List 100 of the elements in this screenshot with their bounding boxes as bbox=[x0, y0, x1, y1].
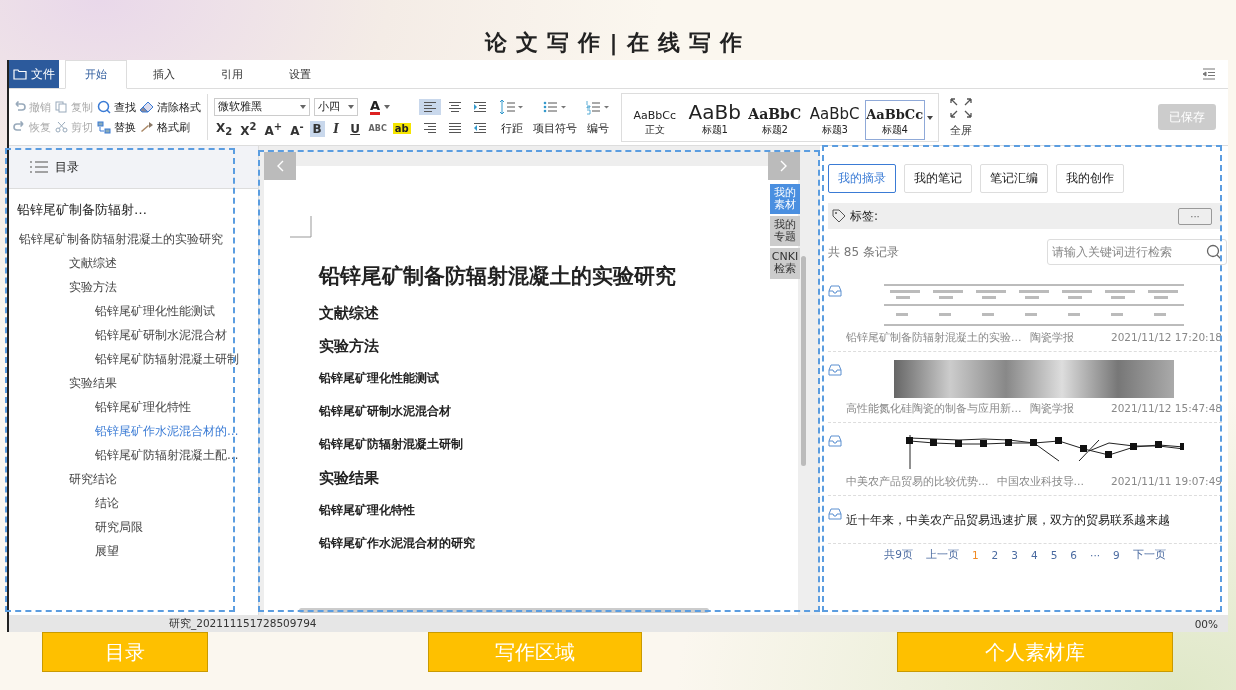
search-field[interactable]: 请输入关键词进行检索 bbox=[1047, 239, 1227, 265]
annotation-label: 目录 bbox=[42, 632, 208, 672]
next-page-link[interactable]: 下一页 bbox=[1132, 548, 1166, 562]
eraser-icon bbox=[140, 101, 154, 113]
horizontal-scrollbar[interactable] bbox=[299, 608, 709, 613]
previous-page-link[interactable]: 上一页 bbox=[925, 548, 959, 562]
expand-icon bbox=[948, 96, 973, 119]
annotation-label: 写作区域 bbox=[428, 632, 642, 672]
page-number[interactable]: 3 bbox=[1011, 548, 1018, 562]
spacing-button[interactable]: 行距 bbox=[498, 98, 525, 136]
folder-icon bbox=[13, 68, 27, 80]
toc-item[interactable]: 实验结果 bbox=[9, 371, 258, 395]
subsection-heading: 铅锌尾矿作水泥混合材的研究 bbox=[319, 535, 475, 552]
toc-item[interactable]: 铅锌尾矿防辐射混凝土配… bbox=[9, 443, 258, 467]
page-number[interactable]: 9 bbox=[1113, 548, 1120, 562]
toc-item[interactable]: 实验方法 bbox=[9, 275, 258, 299]
page-title: 论文写作|在线写作 bbox=[485, 29, 751, 58]
page-number[interactable]: 6 bbox=[1070, 548, 1078, 562]
font-family-dropdown[interactable]: 微软雅黑 bbox=[214, 97, 310, 116]
font-color-button[interactable]: A bbox=[370, 98, 381, 115]
style-preset-button[interactable]: AaBbCc 标题4 bbox=[864, 99, 925, 140]
style-preset-button[interactable]: AaBbC 标题3 bbox=[804, 99, 865, 140]
page-number[interactable]: 4 bbox=[1031, 548, 1038, 562]
bullets-button[interactable]: 项目符号 bbox=[532, 98, 577, 136]
library-tab[interactable]: 笔记汇编 bbox=[980, 164, 1048, 193]
format-button[interactable]: A$^{+}$ bbox=[262, 120, 285, 137]
undo-icon bbox=[13, 101, 26, 113]
entry-source: 陶瓷学报 bbox=[1029, 331, 1074, 345]
ribbon-tab[interactable]: 开始 bbox=[65, 60, 127, 89]
format-button[interactable]: ABC bbox=[366, 120, 389, 137]
fullscreen-button[interactable]: 全屏 bbox=[948, 96, 973, 138]
entry-title[interactable]: 中美农产品贸易的比较优势… bbox=[846, 475, 989, 489]
vertical-scrollbar[interactable] bbox=[801, 256, 806, 466]
entry-source: 中国农业科技导… bbox=[996, 475, 1084, 489]
format-button[interactable]: U bbox=[347, 120, 363, 137]
library-tab[interactable]: 我的笔记 bbox=[904, 164, 972, 193]
tag-icon bbox=[832, 209, 846, 223]
annotation-label: 个人素材库 bbox=[897, 632, 1173, 672]
style-preset-button[interactable]: AaBbC 标题2 bbox=[744, 99, 805, 140]
subsection-heading: 铅锌尾矿理化特性 bbox=[319, 502, 415, 519]
edit-action-button[interactable]: 替换 bbox=[97, 119, 136, 135]
section-heading: 文献综述 bbox=[319, 304, 379, 323]
entry-source: 陶瓷学报 bbox=[1029, 402, 1074, 416]
side-tab[interactable]: 我的专题 bbox=[770, 216, 800, 247]
indent-icon bbox=[472, 100, 487, 113]
entry-title[interactable]: 高性能氮化硅陶瓷的制备与应用新… bbox=[846, 402, 1022, 416]
font-size-dropdown[interactable]: 小四 bbox=[314, 97, 358, 116]
toc-item[interactable]: 铅锌尾矿理化性能测试 bbox=[9, 299, 258, 323]
toc-item[interactable]: 研究局限 bbox=[9, 515, 258, 539]
more-button[interactable]: ··· bbox=[1178, 207, 1212, 225]
ribbon-tab[interactable]: 插入 bbox=[133, 60, 195, 88]
inbox-icon bbox=[828, 508, 842, 520]
section-heading: 实验方法 bbox=[319, 337, 379, 356]
format-button[interactable]: X$^{2}$ bbox=[238, 120, 259, 137]
ribbon-tab[interactable]: 引用 bbox=[201, 60, 263, 88]
align-left-button[interactable] bbox=[418, 98, 441, 115]
format-button[interactable]: A$^{-}$ bbox=[288, 120, 306, 137]
highlight-color-button[interactable]: ab bbox=[392, 123, 411, 134]
margin-corner-mark bbox=[290, 216, 312, 238]
library-tab[interactable]: 我的摘录 bbox=[828, 164, 896, 193]
file-menu-button[interactable]: 文件 bbox=[9, 60, 59, 88]
caret-icon[interactable] bbox=[384, 104, 391, 109]
edit-action-button[interactable]: 查找 bbox=[97, 99, 136, 115]
edit-action-button[interactable]: 清除格式 bbox=[140, 99, 201, 115]
toc-item[interactable]: 结论 bbox=[9, 491, 258, 515]
side-tab[interactable]: CNKI检索 bbox=[770, 248, 800, 279]
justify-icon bbox=[447, 121, 462, 134]
section-heading: 实验结果 bbox=[319, 469, 379, 488]
style-preset-button[interactable]: AaBbCc 正文 bbox=[624, 99, 685, 140]
toc-item[interactable]: 展望 bbox=[9, 539, 258, 563]
toc-item[interactable]: 铅锌尾矿理化特性 bbox=[9, 395, 258, 419]
toc-item[interactable]: 铅锌尾矿研制水泥混合材 bbox=[9, 323, 258, 347]
numbering-button[interactable]: 编号 bbox=[584, 98, 611, 136]
style-preset-button[interactable]: AaBb 标题1 bbox=[684, 99, 745, 140]
toc-item[interactable]: 研究结论 bbox=[9, 467, 258, 491]
format-button[interactable]: I bbox=[328, 120, 344, 137]
caret-icon[interactable] bbox=[926, 115, 933, 120]
search-icon bbox=[97, 100, 111, 114]
toc-item[interactable]: 铅锌尾矿作水泥混合材的… bbox=[9, 419, 258, 443]
chevron-left-icon bbox=[276, 160, 284, 172]
toc-item[interactable]: 文献综述 bbox=[9, 251, 258, 275]
document-title: 铅锌尾矿制备防辐射混凝土的实验研究 bbox=[319, 263, 676, 290]
page-number[interactable]: ··· bbox=[1090, 548, 1101, 562]
file-name: 研究_202111151728509794 bbox=[169, 616, 317, 631]
page-number[interactable]: 5 bbox=[1050, 548, 1058, 562]
align-left-icon bbox=[422, 100, 437, 113]
entry-date: 2021/11/12 17:20:18 bbox=[1111, 331, 1222, 345]
record-count: 共 85 条记录 bbox=[828, 243, 899, 261]
collapse-ribbon-icon[interactable] bbox=[1202, 68, 1216, 80]
page-total: 共9页 bbox=[884, 548, 913, 562]
excerpt-text: 近十年来，中美农产品贸易迅速扩展，双方的贸易联系越来越 bbox=[846, 512, 1170, 529]
ribbon-tab[interactable]: 设置 bbox=[269, 60, 331, 88]
subsection-heading: 铅锌尾矿理化性能测试 bbox=[319, 370, 439, 387]
toc-item[interactable]: 铅锌尾矿制备防辐射混凝土的实验研究 bbox=[9, 227, 258, 251]
entry-title[interactable]: 铅锌尾矿制备防辐射混凝土的实验… bbox=[846, 331, 1022, 345]
library-tab[interactable]: 我的创作 bbox=[1056, 164, 1124, 193]
edit-action-button[interactable]: 格式刷 bbox=[140, 119, 201, 135]
page-number[interactable]: 2 bbox=[991, 548, 999, 562]
format-button[interactable]: B bbox=[309, 120, 325, 137]
format-button[interactable]: X$_{2}$ bbox=[214, 120, 235, 137]
